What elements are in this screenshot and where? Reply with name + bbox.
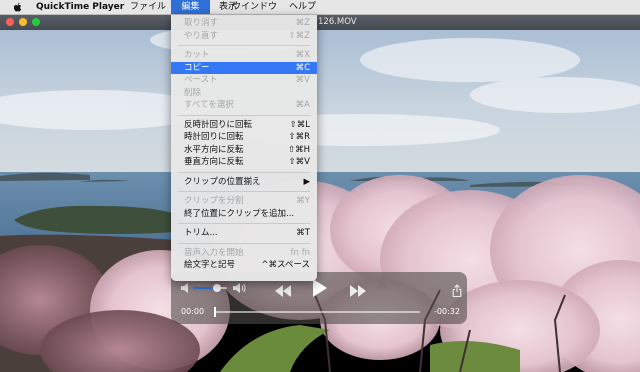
- playhead[interactable]: [214, 307, 216, 317]
- edit-menu-item[interactable]: 絵文字と記号 ^⌘スペース: [171, 259, 317, 271]
- edit-menu-dropdown: 取り消す ⌘Z やり直す ⇧⌘Z カット ⌘X コピー ⌘C ペースト ⌘V 削除すべてを選択 ⌘A 反…: [171, 15, 317, 281]
- window-title: 126.MOV: [318, 17, 357, 27]
- menu-bar: QuickTime Player ファイル 編集 表示 ウインドウ ヘルプ: [0, 0, 640, 15]
- edit-menu-item: カット ⌘X: [171, 49, 317, 61]
- share-icon[interactable]: [452, 282, 462, 301]
- menu-item-label: 垂直方向に反転: [184, 157, 244, 167]
- submenu-arrow-icon: ▶: [303, 176, 310, 187]
- zoom-window-button[interactable]: [32, 18, 40, 26]
- menu-edit[interactable]: 編集: [171, 0, 210, 14]
- current-time: 00:00: [181, 307, 205, 316]
- edit-menu-item: クリップを分割 ⌘Y: [171, 195, 317, 207]
- minimize-window-button[interactable]: [19, 18, 27, 26]
- menu-item-shortcut: ⌘Y: [296, 196, 310, 206]
- menu-item-shortcut: ⌘T: [296, 228, 310, 238]
- menu-item-shortcut: ⇧⌘R: [288, 132, 310, 142]
- menu-separator: [178, 242, 310, 244]
- menu-item-label: 反時計回りに回転: [184, 119, 253, 130]
- menu-separator: [178, 114, 310, 116]
- close-window-button[interactable]: [6, 18, 14, 26]
- edit-menu-item[interactable]: 水平方向に反転 ⇧⌘H: [171, 144, 317, 156]
- menu-item-shortcut: ⌘A: [295, 100, 310, 110]
- edit-menu-item[interactable]: 反時計回りに回転 ⇧⌘L: [171, 119, 317, 131]
- menu-item-shortcut: ⇧⌘V: [288, 157, 310, 167]
- menu-item-shortcut: ⇧⌘H: [287, 144, 310, 155]
- menu-item-label: 時計回りに回転: [184, 132, 244, 142]
- app-name-menu[interactable]: QuickTime Player: [36, 0, 124, 14]
- edit-menu-item: 取り消す ⌘Z: [171, 17, 317, 29]
- edit-menu-item[interactable]: コピー ⌘C: [171, 61, 317, 74]
- speaker-low-icon: [180, 280, 191, 299]
- menu-item-label: コピー: [184, 62, 210, 73]
- menu-item-shortcut: ⌘V: [295, 75, 310, 85]
- menu-window[interactable]: ウインドウ: [232, 0, 277, 14]
- apple-logo-icon[interactable]: [13, 0, 25, 14]
- rewind-icon[interactable]: [274, 282, 292, 301]
- menu-item-label: クリップを分割: [184, 196, 244, 206]
- menu-item-shortcut: ⌘C: [295, 62, 310, 73]
- edit-menu-item: 音声入力を開始 fn fn: [171, 247, 317, 259]
- menu-item-shortcut: ⌘Z: [295, 18, 310, 28]
- edit-menu-item: ペースト ⌘V: [171, 74, 317, 86]
- menu-item-shortcut: ⇧⌘Z: [288, 30, 310, 41]
- edit-menu-item: やり直す ⇧⌘Z: [171, 30, 317, 42]
- menu-item-shortcut: ⇧⌘L: [289, 119, 310, 130]
- edit-menu-item[interactable]: 時計回りに回転 ⇧⌘R: [171, 131, 317, 143]
- menu-item-shortcut: fn fn: [290, 247, 310, 258]
- menu-item-label: やり直す: [184, 30, 219, 41]
- window-titlebar: 126.MOV: [0, 14, 640, 30]
- menu-item-label: クリップの位置揃え: [184, 176, 261, 187]
- play-icon[interactable]: [312, 278, 328, 302]
- volume-slider-knob[interactable]: [212, 284, 221, 292]
- menu-item-label: カット: [184, 50, 210, 60]
- menu-item-shortcut: ⌘X: [295, 50, 310, 60]
- timeline-scrubber[interactable]: [214, 307, 420, 317]
- menu-item-label: 削除: [184, 87, 202, 98]
- menu-item-label: 取り消す: [184, 18, 219, 28]
- edit-menu-item: 削除: [171, 87, 317, 99]
- edit-menu-item: すべてを選択 ⌘A: [171, 99, 317, 111]
- speaker-high-icon: [232, 280, 246, 299]
- menu-item-label: 終了位置にクリップを追加...: [184, 208, 295, 219]
- menu-separator: [178, 171, 310, 173]
- edit-menu-item[interactable]: クリップの位置揃え ▶: [171, 176, 317, 188]
- volume-slider[interactable]: [193, 284, 227, 292]
- menu-separator: [178, 223, 310, 224]
- menu-item-label: トリム...: [184, 228, 218, 238]
- remaining-time: -00:32: [434, 307, 460, 316]
- menu-help[interactable]: ヘルプ: [289, 0, 316, 14]
- menu-item-label: 水平方向に反転: [184, 144, 244, 155]
- edit-menu-item[interactable]: トリム... ⌘T: [171, 227, 317, 239]
- edit-menu-item[interactable]: 垂直方向に反転 ⇧⌘V: [171, 156, 317, 168]
- menu-item-label: すべてを選択: [184, 100, 234, 110]
- menu-item-label: 絵文字と記号: [184, 260, 236, 270]
- menu-item-label: 音声入力を開始: [184, 247, 244, 258]
- menu-item-label: ペースト: [184, 75, 218, 85]
- menu-separator: [178, 45, 310, 46]
- edit-menu-item[interactable]: 終了位置にクリップを追加...: [171, 208, 317, 220]
- menu-file[interactable]: ファイル: [130, 0, 166, 14]
- menu-item-shortcut: ^⌘スペース: [261, 260, 310, 270]
- fast-forward-icon[interactable]: [349, 282, 367, 301]
- menu-separator: [178, 191, 310, 192]
